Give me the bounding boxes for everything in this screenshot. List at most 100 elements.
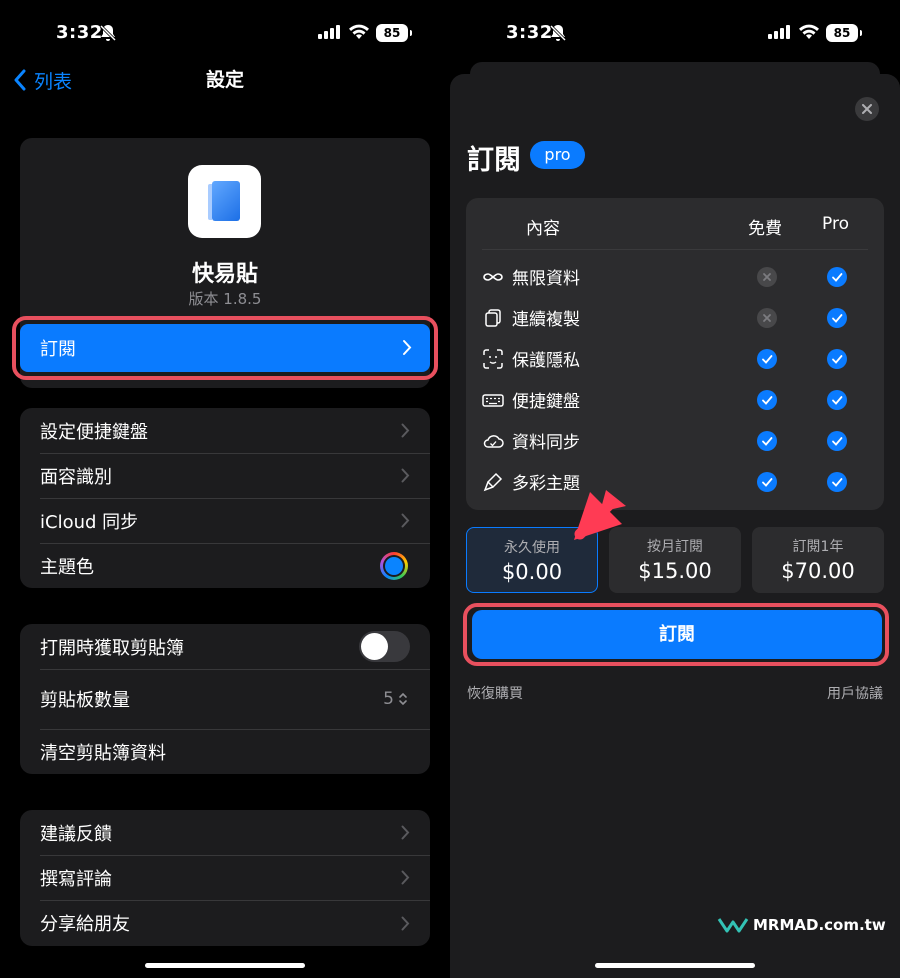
row-label: iCloud 同步 bbox=[40, 511, 139, 533]
wifi-icon bbox=[349, 24, 369, 39]
chevron-right-icon bbox=[401, 468, 410, 483]
open-fetch-toggle[interactable] bbox=[359, 631, 410, 662]
row-theme-color[interactable]: 主題色 bbox=[20, 543, 430, 588]
app-icon bbox=[188, 165, 261, 238]
feature-row: 保護隱私 bbox=[482, 338, 872, 379]
mrmad-logo-icon bbox=[717, 918, 749, 933]
pro-check-mark bbox=[827, 267, 847, 287]
chevron-right-icon bbox=[401, 916, 410, 930]
pro-badge: pro bbox=[530, 141, 585, 169]
pro-check-mark bbox=[827, 472, 847, 492]
row-face-id[interactable]: 面容識別 bbox=[20, 453, 430, 498]
plan-price: $0.00 bbox=[501, 560, 563, 584]
row-label: 剪貼板數量 bbox=[40, 690, 130, 711]
feature-row: 多彩主題 bbox=[482, 461, 872, 502]
row-label: 清空剪貼簿資料 bbox=[40, 742, 166, 764]
settings-group-1: 設定便捷鍵盤 面容識別 iCloud 同步 主題色 bbox=[20, 408, 430, 588]
feature-label: 保護隱私 bbox=[512, 351, 580, 371]
feature-label: 連續複製 bbox=[512, 310, 580, 330]
feature-comparison-table: 內容 免費 Pro 無限資料 連續複製 保護隱私 便捷鍵盤 資料同步 多彩主題 bbox=[466, 198, 884, 510]
row-label: 面容識別 bbox=[40, 466, 112, 488]
row-label: 建議反饋 bbox=[40, 823, 112, 845]
free-check-mark bbox=[757, 472, 777, 492]
subscribe-row[interactable]: 訂閱 bbox=[20, 324, 430, 372]
close-button[interactable] bbox=[855, 97, 879, 121]
close-icon bbox=[862, 104, 872, 114]
settings-screen: 3:32 85 列表 設定 快易貼 版本 1.8.5 訂閱 設定便捷鍵盤 面容識… bbox=[0, 0, 450, 978]
clipboard-count-picker[interactable]: 5 bbox=[383, 689, 408, 709]
free-unavailable-mark bbox=[757, 308, 777, 328]
free-check-mark bbox=[757, 349, 777, 369]
chevron-right-icon bbox=[401, 870, 410, 885]
feature-row: 連續複製 bbox=[482, 297, 872, 338]
cloud-icon bbox=[483, 435, 504, 448]
feature-row: 無限資料 bbox=[482, 256, 872, 297]
watermark: MRMAD.com.tw bbox=[717, 916, 886, 934]
status-time: 3:32 bbox=[56, 22, 103, 43]
home-indicator bbox=[145, 963, 305, 968]
row-keyboard-setup[interactable]: 設定便捷鍵盤 bbox=[20, 408, 430, 453]
feature-label: 便捷鍵盤 bbox=[512, 392, 580, 412]
free-unavailable-mark bbox=[757, 267, 777, 287]
bell-slash-icon bbox=[550, 24, 566, 42]
plan-yearly[interactable]: 訂閱1年 $70.00 bbox=[752, 527, 884, 593]
chevron-right-icon bbox=[401, 513, 410, 528]
plan-price: $70.00 bbox=[781, 559, 855, 583]
page-title: 設定 bbox=[205, 69, 244, 91]
subscription-screen: 3:32 85 訂閱 pro 內容 免費 Pro 無限資料 連續複製 保護隱私 … bbox=[450, 0, 900, 978]
settings-group-3: 建議反饋 撰寫評論 分享給朋友 bbox=[20, 810, 430, 946]
infinity-icon bbox=[483, 273, 503, 281]
chevron-right-icon bbox=[401, 423, 410, 438]
row-write-review[interactable]: 撰寫評論 bbox=[20, 855, 430, 900]
cellular-signal-icon bbox=[318, 25, 340, 39]
status-time: 3:32 bbox=[506, 22, 553, 43]
annotation-arrow-icon bbox=[574, 490, 626, 540]
settings-group-2: 打開時獲取剪貼簿 剪貼板數量 5 清空剪貼簿資料 bbox=[20, 624, 430, 774]
battery-indicator: 85 bbox=[376, 24, 412, 42]
cellular-signal-icon bbox=[768, 25, 790, 39]
header-pro: Pro bbox=[822, 214, 849, 234]
app-version: 版本 1.8.5 bbox=[188, 290, 262, 308]
feature-label: 資料同步 bbox=[512, 433, 580, 453]
subscribe-button[interactable]: 訂閱 bbox=[472, 610, 882, 659]
header-content: 內容 bbox=[526, 219, 560, 239]
restore-purchase-link[interactable]: 恢復購買 bbox=[467, 683, 523, 703]
pro-check-mark bbox=[827, 431, 847, 451]
row-label: 分享給朋友 bbox=[40, 914, 130, 935]
row-label: 主題色 bbox=[40, 556, 94, 578]
status-bar: 3:32 85 bbox=[0, 0, 450, 66]
wifi-icon bbox=[799, 24, 819, 39]
app-name: 快易貼 bbox=[191, 262, 258, 287]
user-agreement-link[interactable]: 用戶協議 bbox=[827, 683, 883, 703]
row-share[interactable]: 分享給朋友 bbox=[20, 900, 430, 946]
feature-label: 無限資料 bbox=[512, 269, 580, 289]
theme-color-swatch[interactable] bbox=[380, 551, 408, 580]
faceid-icon bbox=[483, 349, 503, 369]
chevron-right-icon bbox=[403, 340, 412, 355]
brush-icon bbox=[483, 472, 503, 492]
header-free: 免費 bbox=[748, 219, 782, 239]
pro-check-mark bbox=[827, 308, 847, 328]
keyboard-icon bbox=[482, 394, 504, 407]
row-clear-clipboard[interactable]: 清空剪貼簿資料 bbox=[20, 729, 430, 774]
plan-price: $15.00 bbox=[638, 559, 712, 583]
sheet-title: 訂閱 bbox=[467, 145, 521, 176]
pro-check-mark bbox=[827, 390, 847, 410]
free-check-mark bbox=[757, 390, 777, 410]
row-feedback[interactable]: 建議反饋 bbox=[20, 810, 430, 855]
row-clipboard-count: 剪貼板數量 5 bbox=[20, 669, 430, 729]
row-icloud-sync[interactable]: iCloud 同步 bbox=[20, 498, 430, 543]
home-indicator bbox=[595, 963, 755, 968]
plan-name: 訂閱1年 bbox=[792, 539, 844, 555]
watermark-text: MRMAD.com.tw bbox=[753, 916, 886, 934]
chevron-right-icon bbox=[401, 825, 410, 840]
pro-check-mark bbox=[827, 349, 847, 369]
row-open-fetch: 打開時獲取剪貼簿 bbox=[20, 624, 430, 669]
row-label: 撰寫評論 bbox=[40, 868, 112, 890]
free-check-mark bbox=[757, 431, 777, 451]
feature-row: 資料同步 bbox=[482, 420, 872, 461]
row-label: 設定便捷鍵盤 bbox=[40, 421, 148, 443]
row-label: 打開時獲取剪貼簿 bbox=[40, 637, 184, 659]
feature-row: 便捷鍵盤 bbox=[482, 379, 872, 420]
subscribe-label: 訂閱 bbox=[40, 339, 76, 360]
